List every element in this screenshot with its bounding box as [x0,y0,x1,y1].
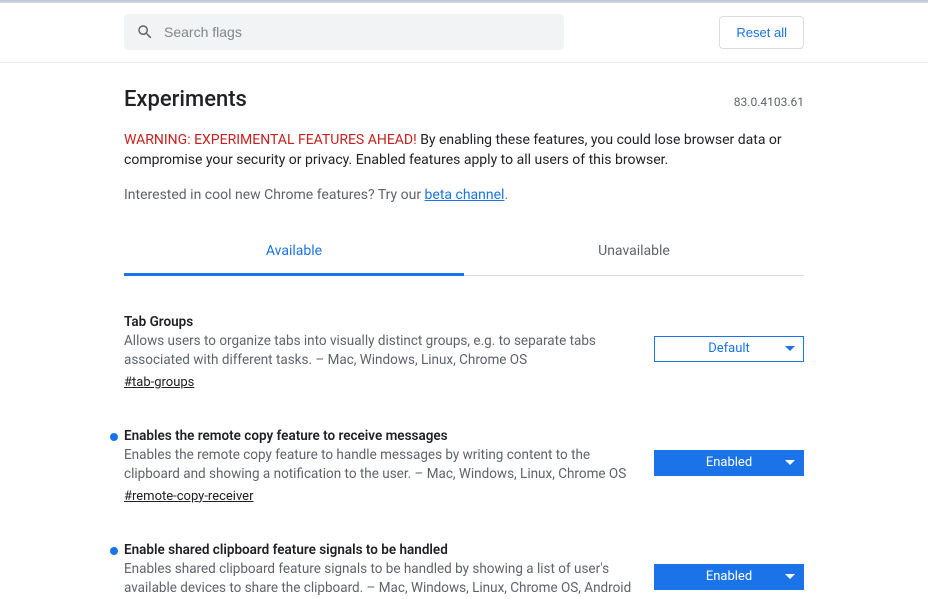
flag-select[interactable]: Default [654,336,804,362]
chevron-down-icon [785,574,795,580]
chevron-down-icon [785,460,795,466]
flag-permalink[interactable]: #remote-copy-receiver [124,489,253,504]
modified-indicator-icon [110,547,118,555]
interest-suffix: . [504,187,508,203]
flag-select-value: Enabled [706,455,752,470]
content-area: Experiments 83.0.4103.61 WARNING: EXPERI… [114,63,814,599]
modified-indicator-icon [110,433,118,441]
flag-select[interactable]: Enabled [654,564,804,590]
beta-channel-link[interactable]: beta channel [425,187,505,203]
flag-body: Enable shared clipboard feature signals … [124,542,634,599]
search-field[interactable] [124,14,564,50]
search-icon [136,23,154,41]
tabs: Available Unavailable [124,229,804,276]
tab-unavailable[interactable]: Unavailable [464,229,804,275]
flag-item: Tab Groups Allows users to organize tabs … [124,314,804,390]
flag-item: Enables the remote copy feature to recei… [124,428,804,504]
flag-permalink[interactable]: #tab-groups [124,375,194,390]
header-bar: Reset all [0,3,928,63]
flag-control: Enabled [654,428,804,504]
flag-control: Default [654,314,804,390]
tab-available[interactable]: Available [124,229,464,276]
flag-select-value: Enabled [706,569,752,584]
search-input[interactable] [164,24,552,40]
flag-description: Allows users to organize tabs into visua… [124,332,634,371]
warning-text: WARNING: EXPERIMENTAL FEATURES AHEAD! By… [124,130,804,171]
interest-text: Interested in cool new Chrome features? … [124,187,804,203]
flag-title: Enables the remote copy feature to recei… [124,428,634,444]
flag-description: Enables shared clipboard feature signals… [124,560,634,599]
flag-select[interactable]: Enabled [654,450,804,476]
flag-control: Enabled [654,542,804,599]
warning-red: WARNING: EXPERIMENTAL FEATURES AHEAD! [124,132,417,148]
reset-all-button[interactable]: Reset all [719,16,804,49]
flag-select-value: Default [708,341,750,356]
version-label: 83.0.4103.61 [734,95,804,109]
flag-body: Tab Groups Allows users to organize tabs … [124,314,634,390]
flag-body: Enables the remote copy feature to recei… [124,428,634,504]
flag-title: Enable shared clipboard feature signals … [124,542,634,558]
chevron-down-icon [785,346,795,352]
interest-prefix: Interested in cool new Chrome features? … [124,187,425,203]
flags-list: Tab Groups Allows users to organize tabs … [124,314,804,599]
flag-title: Tab Groups [124,314,634,330]
flag-item: Enable shared clipboard feature signals … [124,542,804,599]
flag-description: Enables the remote copy feature to handl… [124,446,634,485]
page-title: Experiments [124,87,247,112]
